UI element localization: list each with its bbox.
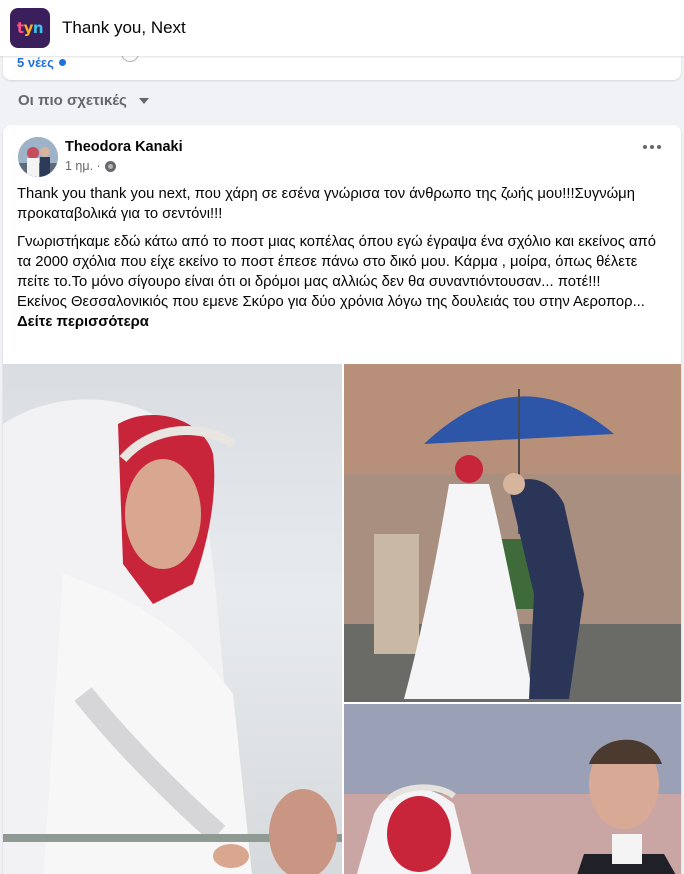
- author-name[interactable]: Theodora Kanaki: [65, 139, 183, 155]
- new-comments-link[interactable]: 5 νέες: [17, 55, 66, 70]
- logo-letter-t: t: [16, 19, 24, 37]
- post-paragraph-text: Εκείνος Θεσσαλονικιός που εμενε Σκύρο γι…: [17, 294, 645, 310]
- dusk-photo: [344, 704, 681, 874]
- logo-letter-n: n: [32, 19, 44, 37]
- post-time[interactable]: 1 ημ. ·: [65, 159, 101, 173]
- post-body: Thank you thank you next, που χάρη σε εσ…: [17, 184, 669, 332]
- globe-icon: [104, 160, 116, 172]
- sort-dropdown[interactable]: Οι πιο σχετικές: [18, 92, 149, 109]
- group-logo[interactable]: t y n: [10, 8, 50, 48]
- post-paragraph: Thank you thank you next, που χάρη σε εσ…: [17, 186, 635, 222]
- sort-label: Οι πιο σχετικές: [18, 92, 127, 109]
- new-comments-label: 5 νέες: [17, 55, 54, 70]
- author-avatar[interactable]: [18, 137, 58, 177]
- logo-letter-y: y: [23, 19, 34, 37]
- post-paragraph: Γνωριστήκαμε εδώ κάτω από το ποστ μιας κ…: [17, 234, 656, 290]
- post-meta: 1 ημ. ·: [65, 159, 116, 173]
- post-paragraph-last: Εκείνος Θεσσαλονικιός που εμενε Σκύρο γι…: [17, 292, 669, 332]
- post-card: Theodora Kanaki 1 ημ. · Thank you thank …: [3, 125, 681, 874]
- umbrella-photo: [344, 364, 681, 702]
- group-name[interactable]: Thank you, Next: [62, 18, 186, 38]
- group-header: t y n Thank you, Next: [0, 0, 684, 56]
- more-options-icon[interactable]: [643, 145, 661, 149]
- avatar-image: [18, 137, 58, 177]
- bride-photo: [3, 399, 342, 874]
- post-photo-bride[interactable]: [3, 364, 342, 874]
- caret-down-icon: [138, 97, 149, 104]
- see-more-link[interactable]: Δείτε περισσότερα: [17, 314, 149, 330]
- post-photo-dusk[interactable]: [344, 704, 681, 874]
- blue-dot-icon: [58, 59, 66, 66]
- post-photo-umbrella[interactable]: [344, 364, 681, 702]
